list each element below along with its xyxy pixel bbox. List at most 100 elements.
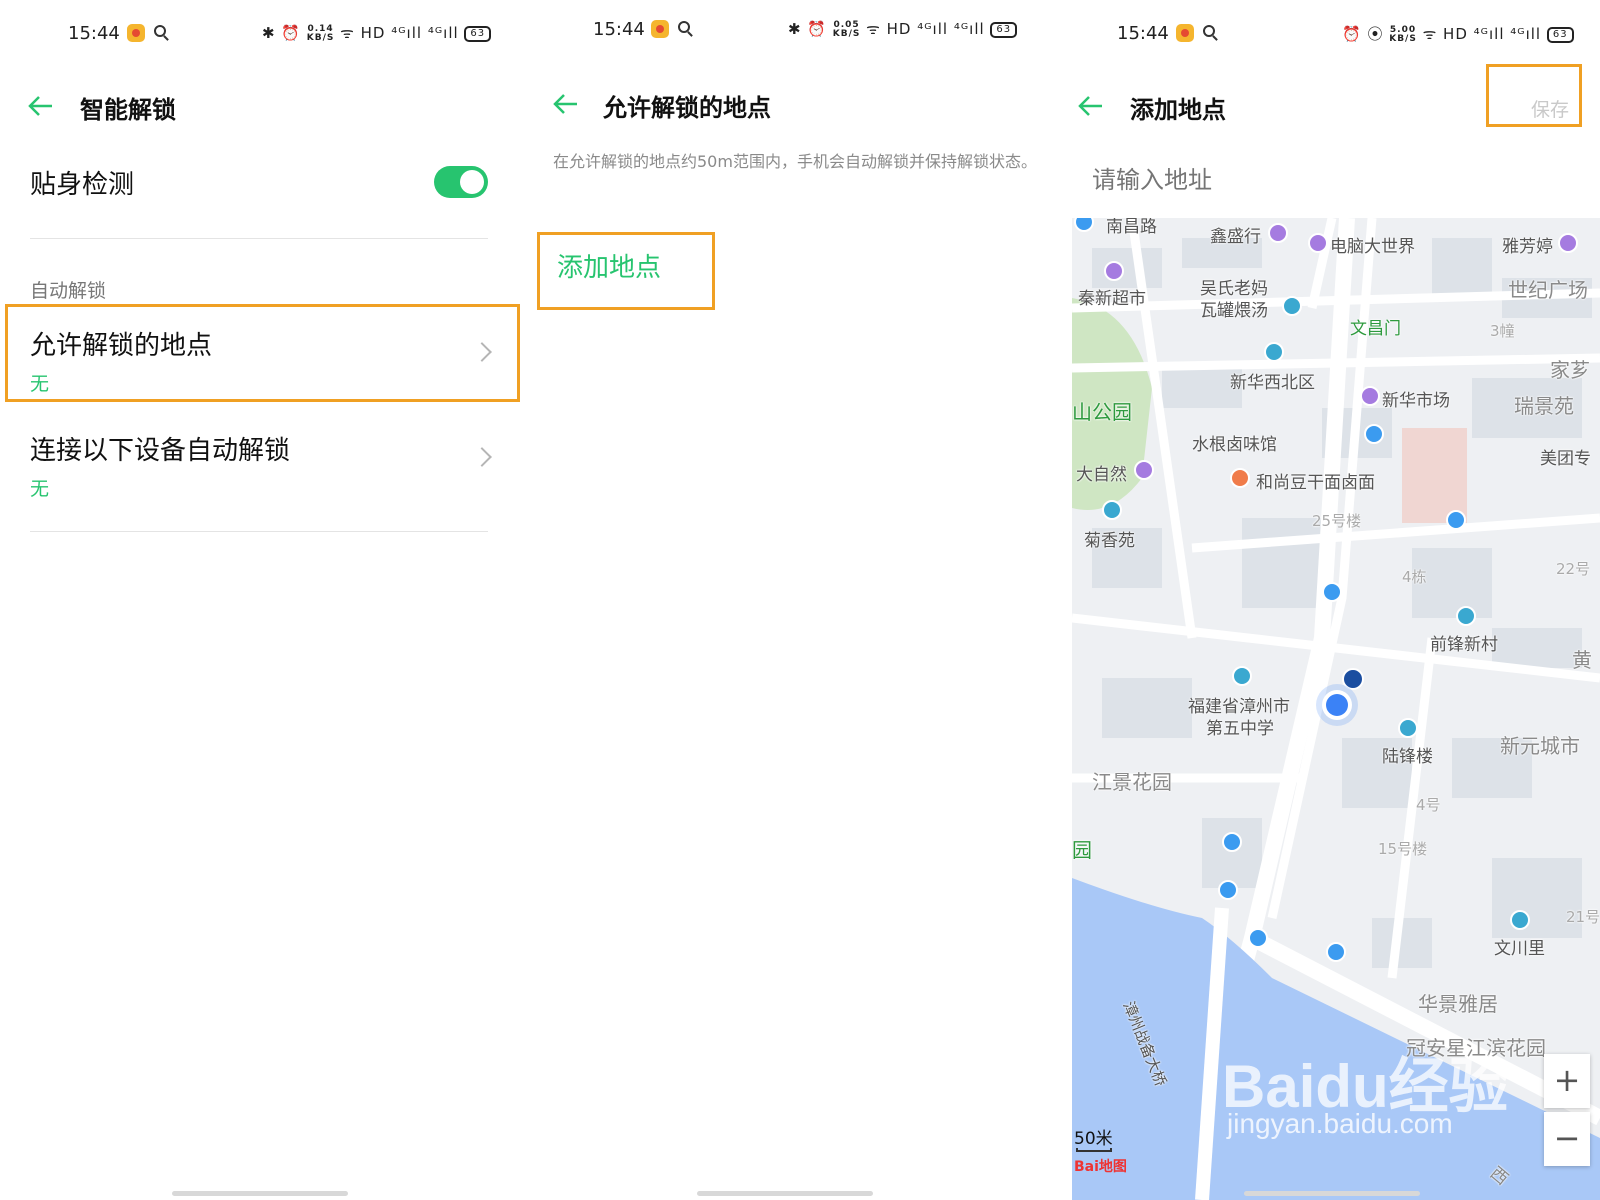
bus-stop-icon[interactable] bbox=[1322, 582, 1342, 602]
current-location-marker bbox=[1322, 690, 1352, 720]
residential-icon[interactable] bbox=[1456, 606, 1476, 626]
map-scale-label: 50米 bbox=[1074, 1129, 1113, 1149]
map-poi[interactable]: 水根卤味馆 bbox=[1192, 430, 1277, 455]
shop-icon[interactable] bbox=[1268, 223, 1288, 243]
body-detection-row[interactable]: 贴身检测 bbox=[30, 162, 488, 208]
status-right-icons: ✱ ⏰ 0.14 KB/S ᯤ HD ⁴ᴳıll ⁴ᴳıll 63 bbox=[262, 23, 492, 43]
bank-icon[interactable] bbox=[1342, 668, 1364, 690]
residential-icon[interactable] bbox=[1398, 718, 1418, 738]
map-poi[interactable]: 第五中学 bbox=[1206, 714, 1274, 739]
zoom-out-button[interactable]: − bbox=[1544, 1112, 1590, 1166]
residential-icon[interactable] bbox=[1510, 910, 1530, 930]
map-poi[interactable]: 园 bbox=[1072, 834, 1092, 863]
map-poi[interactable]: 22号 bbox=[1556, 558, 1590, 579]
back-arrow-icon[interactable] bbox=[551, 90, 579, 118]
map-poi[interactable]: 瓦罐煨汤 bbox=[1200, 296, 1268, 321]
map-poi[interactable]: 黄 bbox=[1572, 644, 1592, 673]
status-time: 15:44 bbox=[1117, 23, 1169, 44]
bus-stop-icon[interactable] bbox=[1248, 928, 1268, 948]
allowed-locations-item[interactable]: 允许解锁的地点 无 bbox=[5, 304, 520, 402]
bus-stop-icon[interactable] bbox=[1218, 880, 1238, 900]
map-poi[interactable]: 电脑大世界 bbox=[1330, 232, 1415, 257]
bus-stop-icon[interactable] bbox=[1364, 424, 1384, 444]
map-poi[interactable]: 4栋 bbox=[1402, 566, 1427, 587]
supermarket-icon[interactable] bbox=[1104, 261, 1124, 281]
battery-icon: 63 bbox=[464, 25, 492, 42]
map-poi[interactable]: 和尚豆干面卤面 bbox=[1256, 468, 1375, 493]
back-arrow-icon[interactable] bbox=[1076, 92, 1104, 120]
map-poi[interactable]: 菊香苑 bbox=[1084, 526, 1135, 551]
map-poi[interactable]: 江景花园 bbox=[1092, 766, 1172, 795]
status-bar: 15:44 ✱ ⏰ 0.14 KB/S ᯤ HD ⁴ᴳıll ⁴ᴳıll 63 bbox=[0, 18, 525, 48]
weibo-icon bbox=[127, 24, 145, 42]
map-poi[interactable]: 文川里 bbox=[1494, 934, 1545, 959]
bus-stop-icon[interactable] bbox=[1222, 832, 1242, 852]
home-indicator[interactable] bbox=[172, 1191, 348, 1196]
bus-stop-icon[interactable] bbox=[1326, 942, 1346, 962]
map-poi[interactable]: 家芗 bbox=[1550, 354, 1590, 383]
status-bar: 15:44 ✱ ⏰ 0.05 KB/S ᯤ HD ⁴ᴳıll ⁴ᴳıll 63 bbox=[525, 14, 1072, 44]
map-poi[interactable]: 瑞景苑 bbox=[1514, 390, 1574, 419]
bus-stop-icon[interactable] bbox=[1446, 510, 1466, 530]
page-title: 允许解锁的地点 bbox=[603, 94, 771, 122]
body-detection-label: 贴身检测 bbox=[30, 170, 135, 200]
map-poi[interactable]: 雅芳婷 bbox=[1502, 232, 1553, 257]
map-poi[interactable]: 鑫盛行 bbox=[1210, 222, 1261, 247]
page-title: 添加地点 bbox=[1130, 96, 1226, 124]
home-indicator[interactable] bbox=[697, 1191, 873, 1196]
school-icon[interactable] bbox=[1232, 666, 1252, 686]
map-poi[interactable]: 山公园 bbox=[1072, 396, 1132, 425]
restaurant-icon[interactable] bbox=[1282, 296, 1302, 316]
food-icon[interactable] bbox=[1230, 468, 1250, 488]
map-poi[interactable]: 秦新超市 bbox=[1078, 284, 1146, 309]
allowed-locations-title: 允许解锁的地点 bbox=[30, 331, 213, 361]
map-poi[interactable]: 4号 bbox=[1416, 794, 1441, 815]
smart-unlock-screen: 15:44 ✱ ⏰ 0.14 KB/S ᯤ HD ⁴ᴳıll ⁴ᴳıll 63 智… bbox=[0, 0, 525, 1200]
map-poi[interactable]: 前锋新村 bbox=[1430, 630, 1498, 655]
shop-icon[interactable] bbox=[1308, 233, 1328, 253]
map-poi[interactable]: 21号 bbox=[1566, 906, 1600, 927]
shop-icon[interactable] bbox=[1558, 233, 1578, 253]
save-button[interactable]: 保存 bbox=[1486, 64, 1582, 127]
residential-icon[interactable] bbox=[1264, 342, 1284, 362]
map-poi[interactable]: 15号楼 bbox=[1378, 838, 1427, 859]
map-poi[interactable]: 25号楼 bbox=[1312, 510, 1361, 531]
map-poi[interactable]: 新华市场 bbox=[1382, 386, 1450, 411]
allowed-locations-screen: 15:44 ✱ ⏰ 0.05 KB/S ᯤ HD ⁴ᴳıll ⁴ᴳıll 63 允… bbox=[525, 0, 1072, 1200]
address-input[interactable] bbox=[1092, 166, 1572, 194]
description-text: 在允许解锁的地点约50m范围内，手机会自动解锁并保持解锁状态。 bbox=[553, 152, 1037, 171]
shop-icon[interactable] bbox=[1134, 460, 1154, 480]
map-poi[interactable]: 世纪广场 bbox=[1508, 274, 1588, 303]
map-poi[interactable]: 大自然 bbox=[1076, 460, 1127, 485]
status-time: 15:44 bbox=[68, 23, 120, 44]
back-arrow-icon[interactable] bbox=[26, 92, 54, 120]
map-poi[interactable]: 美团专 bbox=[1540, 444, 1591, 469]
weibo-icon bbox=[651, 20, 669, 38]
map-view[interactable]: 南昌路 鑫盛行 电脑大世界 雅芳婷 秦新超市 吴氏老妈 瓦罐煨汤 世纪广场 文昌… bbox=[1072, 218, 1600, 1200]
search-status-icon bbox=[154, 25, 166, 37]
search-status-icon bbox=[678, 21, 690, 33]
status-bar: 15:44 ⏰ ⦿ 5.00 KB/S ᯤ HD ⁴ᴳıll ⁴ᴳıll 63 bbox=[1072, 18, 1600, 48]
chevron-right-icon bbox=[472, 447, 492, 467]
net-speed-unit: KB/S bbox=[832, 28, 861, 39]
map-poi[interactable]: 文昌门 bbox=[1350, 314, 1401, 339]
net-speed-unit: KB/S bbox=[1389, 33, 1417, 44]
map-poi[interactable]: 华景雅居 bbox=[1418, 988, 1498, 1017]
zoom-in-button[interactable]: + bbox=[1544, 1054, 1590, 1108]
add-location-button[interactable]: 添加地点 bbox=[537, 232, 715, 310]
map-poi[interactable]: 3幢 bbox=[1490, 320, 1515, 341]
connected-devices-title: 连接以下设备自动解锁 bbox=[30, 436, 291, 466]
chevron-right-icon bbox=[472, 342, 492, 362]
shop-icon[interactable] bbox=[1360, 386, 1380, 406]
body-detection-toggle[interactable] bbox=[434, 166, 488, 198]
map-poi[interactable]: 南昌路 bbox=[1106, 218, 1157, 237]
map-poi[interactable]: 新华西北区 bbox=[1230, 368, 1315, 393]
search-status-icon bbox=[1203, 25, 1215, 37]
net-speed-unit: KB/S bbox=[306, 32, 335, 43]
residential-icon[interactable] bbox=[1102, 500, 1122, 520]
connected-devices-item[interactable]: 连接以下设备自动解锁 无 bbox=[8, 412, 517, 504]
map-poi[interactable]: 新元城市 bbox=[1500, 730, 1580, 759]
home-indicator[interactable] bbox=[1244, 1191, 1420, 1196]
save-label: 保存 bbox=[1530, 99, 1569, 121]
map-poi[interactable]: 陆锋楼 bbox=[1382, 742, 1433, 767]
